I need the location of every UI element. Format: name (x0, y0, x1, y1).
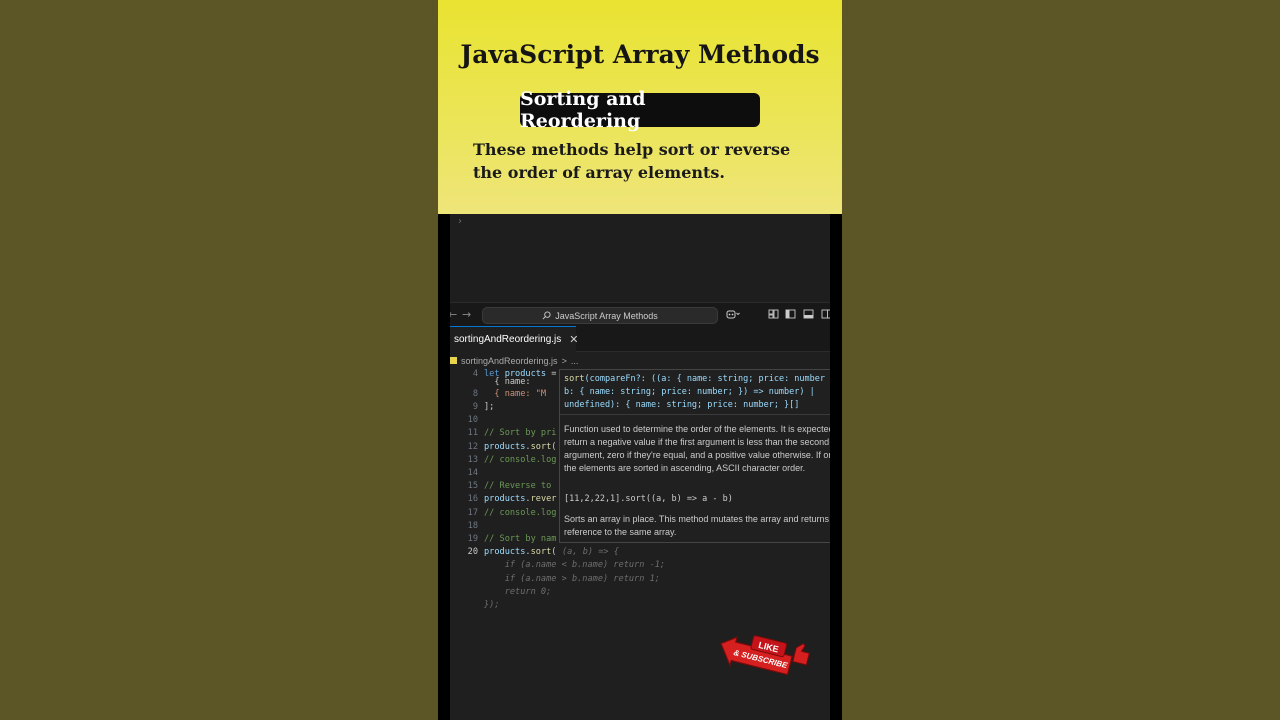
inline-suggestion-text: return 0; (484, 586, 552, 597)
hover-signature: sort(compareFn?: ((a: { name: string; pr… (564, 373, 830, 412)
toggle-sidebar-icon[interactable] (785, 309, 796, 319)
inline-suggestion-line: }); (450, 599, 830, 612)
line-number: 18 (467, 520, 478, 531)
breadcrumb-separator: > (561, 355, 567, 366)
hover-documentation: Function used to determine the order of … (564, 424, 830, 473)
breadcrumb-file[interactable]: sortingAndReordering.js (461, 356, 558, 366)
signature-line: undefined): { name: string; price: numbe… (564, 400, 800, 410)
toggle-panel-icon[interactable] (803, 309, 814, 319)
javascript-file-icon (450, 357, 457, 364)
title-bar: ← → JavaScript Array Methods (450, 302, 830, 326)
banner-description: These methods help sort or reverse the o… (473, 140, 791, 182)
inline-suggestion-line: if (a.name < b.name) return -1; (450, 559, 830, 572)
hover-tooltip: sort(compareFn?: ((a: { name: string; pr… (559, 369, 830, 543)
hover-note: Sorts an array in place. This method mut… (564, 514, 830, 537)
close-icon[interactable]: ✕ (569, 333, 578, 346)
line-code: products.rever (484, 494, 557, 505)
inline-suggestion-text: if (a.name < b.name) return -1; (484, 560, 666, 571)
banner-subtitle-pill: Sorting and Reordering (520, 88, 760, 132)
customize-layout-icon[interactable] (768, 309, 779, 319)
toggle-secondary-sidebar-icon[interactable] (821, 309, 830, 319)
inline-suggestion-text: (a, b) => { (562, 547, 619, 558)
forward-arrow-icon[interactable]: → (462, 308, 471, 321)
line-code: // console.log (484, 507, 557, 518)
right-background (842, 0, 1280, 720)
banner-title: JavaScript Array Methods (460, 40, 820, 69)
thumbs-up-icon (792, 642, 810, 666)
line-code: // Reverse to (484, 481, 552, 492)
line-number: 17 (467, 507, 478, 518)
line-number: 12 (467, 441, 478, 452)
line-code: ]; (484, 402, 495, 412)
command-center-search[interactable]: JavaScript Array Methods (482, 307, 718, 324)
line-number: 15 (467, 481, 478, 492)
back-arrow-icon[interactable]: ← (450, 308, 457, 321)
search-icon (542, 311, 551, 320)
terminal-panel: › (450, 214, 830, 302)
terminal-chevron-icon: › (458, 216, 462, 227)
inline-suggestion-line: (a, b) => { (450, 546, 830, 559)
inline-suggestion-line: if (a.name > b.name) return 1; (450, 573, 830, 586)
line-code: // Sort by pri (484, 428, 557, 439)
video-frame: JavaScript Array Methods Sorting and Reo… (438, 0, 842, 720)
line-number: 8 (472, 388, 478, 399)
tab-sorting-and-reordering[interactable]: sortingAndReordering.js ✕ (450, 326, 579, 352)
editor-tab-bar: sortingAndReordering.js ✕ (450, 326, 830, 352)
line-number: 11 (467, 428, 478, 439)
line-number: 14 (467, 468, 478, 478)
line-number: 9 (472, 402, 478, 412)
left-background (0, 0, 438, 720)
copilot-icon[interactable] (726, 309, 740, 319)
title-banner: JavaScript Array Methods Sorting and Reo… (438, 0, 842, 214)
signature-line: b: { name: string; price: number; }) => … (564, 387, 815, 397)
like-subscribe-sticker: LIKE & SUBSCRIBE (712, 630, 812, 692)
inline-suggestion-text: }); (484, 600, 500, 610)
line-number: 10 (467, 415, 478, 426)
hover-example: [11,2,22,1].sort((a, b) => a - b) (564, 494, 733, 504)
line-number: 16 (467, 494, 478, 505)
hover-divider (560, 414, 830, 415)
line-code: { name: "M (494, 388, 547, 399)
signature-line: sort(compareFn?: ((a: { name: string; pr… (564, 374, 826, 384)
tab-label: sortingAndReordering.js (454, 334, 562, 345)
line-code: // Sort by nam (484, 534, 557, 544)
command-center-label: JavaScript Array Methods (555, 310, 658, 321)
line-number: 13 (467, 454, 478, 465)
inline-suggestion-line: return 0; (450, 586, 830, 599)
line-code: // console.log (484, 454, 557, 465)
line-number: 19 (467, 534, 478, 544)
inline-suggestion-text: if (a.name > b.name) return 1; (484, 573, 660, 584)
line-code: products.sort( (484, 441, 557, 452)
breadcrumb-tail[interactable]: ... (571, 356, 579, 366)
